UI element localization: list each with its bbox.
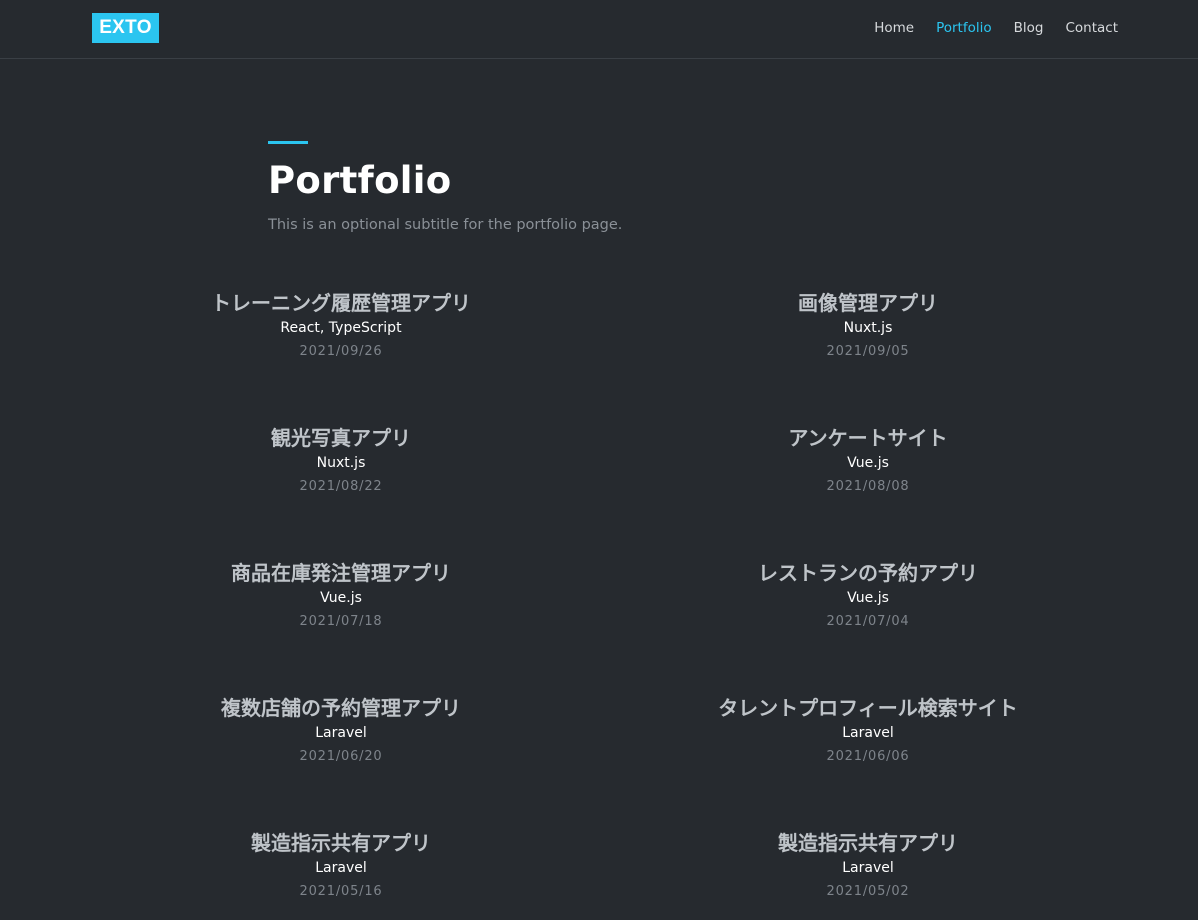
portfolio-item-tech: Vue.js	[320, 590, 362, 606]
portfolio-item-title[interactable]: タレントプロフィール検索サイト	[638, 694, 1098, 722]
page-subtitle: This is an optional subtitle for the por…	[268, 217, 623, 233]
portfolio-item-tech: Laravel	[315, 860, 367, 876]
portfolio-item-date: 2021/06/06	[826, 749, 910, 764]
portfolio-item-tech: Vue.js	[847, 455, 889, 471]
portfolio-item-date: 2021/07/18	[299, 614, 383, 629]
portfolio-item-title[interactable]: トレーニング履歴管理アプリ	[111, 289, 571, 317]
portfolio-item[interactable]: レストランの予約アプリ Vue.js 2021/07/04	[638, 559, 1098, 631]
portfolio-item-tech: Laravel	[315, 725, 367, 741]
title-accent-bar	[268, 141, 308, 144]
portfolio-item-title[interactable]: 複数店舗の予約管理アプリ	[111, 694, 571, 722]
nav-menu: Home Portfolio Blog Contact	[874, 18, 1118, 38]
nav-link-portfolio[interactable]: Portfolio	[936, 18, 992, 38]
portfolio-item-date: 2021/05/02	[826, 884, 910, 899]
portfolio-item-tech: Nuxt.js	[843, 320, 893, 336]
portfolio-item-title[interactable]: アンケートサイト	[638, 424, 1098, 452]
nav-link-blog[interactable]: Blog	[1014, 18, 1044, 38]
portfolio-item-tech: Laravel	[842, 860, 894, 876]
portfolio-item-title[interactable]: 画像管理アプリ	[638, 289, 1098, 317]
nav-link-contact[interactable]: Contact	[1065, 18, 1118, 38]
portfolio-item-title[interactable]: 製造指示共有アプリ	[638, 829, 1098, 857]
site-logo[interactable]: EXTO	[92, 13, 159, 43]
portfolio-item-date: 2021/08/08	[826, 479, 910, 494]
portfolio-item[interactable]: 画像管理アプリ Nuxt.js 2021/09/05	[638, 289, 1098, 361]
portfolio-item[interactable]: 商品在庫発注管理アプリ Vue.js 2021/07/18	[111, 559, 571, 631]
portfolio-item[interactable]: 複数店舗の予約管理アプリ Laravel 2021/06/20	[111, 694, 571, 766]
portfolio-item-title[interactable]: 観光写真アプリ	[111, 424, 571, 452]
page-title: Portfolio	[268, 159, 452, 202]
portfolio-item[interactable]: 観光写真アプリ Nuxt.js 2021/08/22	[111, 424, 571, 496]
portfolio-item[interactable]: 製造指示共有アプリ Laravel 2021/05/16	[111, 829, 571, 901]
portfolio-item-date: 2021/09/26	[299, 344, 383, 359]
portfolio-item-tech: Laravel	[842, 725, 894, 741]
portfolio-item[interactable]: 製造指示共有アプリ Laravel 2021/05/02	[638, 829, 1098, 901]
nav-link-home[interactable]: Home	[874, 18, 914, 38]
portfolio-item-title[interactable]: レストランの予約アプリ	[638, 559, 1098, 587]
portfolio-item-date: 2021/05/16	[299, 884, 383, 899]
portfolio-item-date: 2021/06/20	[299, 749, 383, 764]
portfolio-item-date: 2021/07/04	[826, 614, 910, 629]
portfolio-item-title[interactable]: 製造指示共有アプリ	[111, 829, 571, 857]
portfolio-item-tech: Vue.js	[847, 590, 889, 606]
portfolio-item[interactable]: タレントプロフィール検索サイト Laravel 2021/06/06	[638, 694, 1098, 766]
portfolio-item-tech: React, TypeScript	[280, 320, 402, 336]
portfolio-item[interactable]: アンケートサイト Vue.js 2021/08/08	[638, 424, 1098, 496]
portfolio-item-date: 2021/08/22	[299, 479, 383, 494]
navbar: EXTO Home Portfolio Blog Contact	[0, 0, 1198, 59]
portfolio-item-date: 2021/09/05	[826, 344, 910, 359]
page-header: Portfolio This is an optional subtitle f…	[268, 141, 622, 235]
portfolio-item-tech: Nuxt.js	[316, 455, 366, 471]
portfolio-item[interactable]: トレーニング履歴管理アプリ React, TypeScript 2021/09/…	[111, 289, 571, 361]
portfolio-item-title[interactable]: 商品在庫発注管理アプリ	[111, 559, 571, 587]
